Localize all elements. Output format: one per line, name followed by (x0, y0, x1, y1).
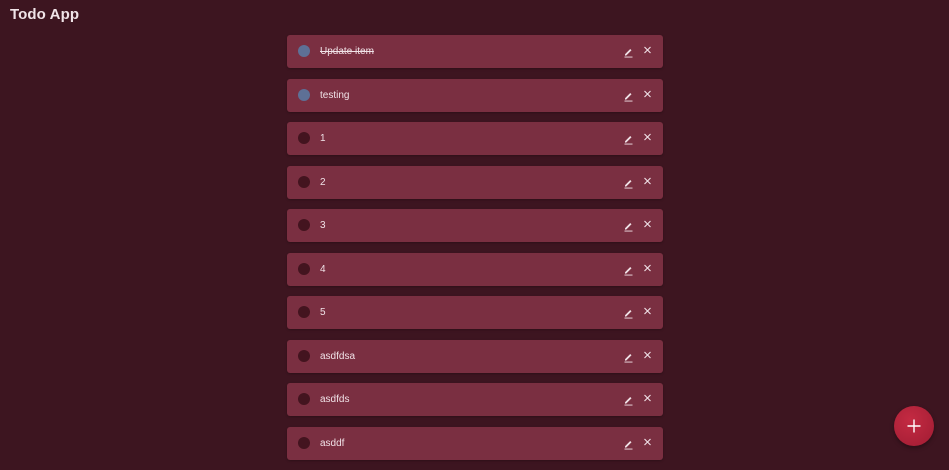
todo-complete-toggle[interactable] (298, 45, 310, 57)
todo-text: 5 (320, 307, 326, 318)
todo-complete-toggle[interactable] (298, 306, 310, 318)
todo-item: asdfds (287, 383, 663, 416)
pencil-icon[interactable] (623, 219, 634, 232)
pencil-icon[interactable] (623, 437, 634, 449)
pencil-icon[interactable] (623, 45, 634, 58)
close-icon[interactable] (642, 392, 653, 404)
todo-complete-toggle[interactable] (298, 262, 310, 275)
todo-text: 4 (320, 263, 326, 275)
close-icon[interactable] (642, 44, 653, 56)
close-icon[interactable] (642, 175, 653, 187)
todo-text: testing (320, 89, 350, 101)
close-icon[interactable] (642, 305, 653, 317)
todo-complete-toggle[interactable] (298, 219, 310, 231)
todo-text: Update item (320, 46, 374, 57)
close-icon[interactable] (642, 88, 653, 100)
todo-item: asddf (287, 426, 663, 460)
todo-text: 3 (320, 220, 326, 231)
add-todo-button[interactable] (894, 406, 934, 446)
todo-text: asddf (320, 437, 345, 449)
pencil-icon[interactable] (623, 132, 634, 145)
close-icon[interactable] (642, 349, 653, 361)
todo-complete-toggle[interactable] (298, 393, 310, 405)
todo-item: 3 (287, 209, 663, 242)
todo-text: 1 (320, 133, 326, 144)
todo-item: 2 (287, 165, 663, 199)
pencil-icon[interactable] (623, 393, 634, 406)
todo-item: 4 (287, 252, 663, 286)
todo-complete-toggle[interactable] (298, 132, 310, 144)
todo-text: asdfdsa (320, 350, 356, 362)
todo-item: testing (287, 78, 663, 112)
app-title: Todo App (10, 6, 80, 23)
todo-item: asdfdsa (287, 339, 663, 373)
todo-text: asdfds (320, 394, 350, 405)
todo-text: 2 (320, 176, 326, 188)
todo-complete-toggle[interactable] (298, 88, 310, 101)
todo-list: Update item testing 1 2 3 4 5 asdfdsa as… (287, 35, 663, 470)
close-icon[interactable] (642, 131, 653, 143)
todo-complete-toggle[interactable] (298, 175, 310, 188)
pencil-icon[interactable] (623, 350, 634, 362)
pencil-icon[interactable] (623, 176, 634, 188)
close-icon[interactable] (642, 262, 653, 274)
todo-item: 1 (287, 122, 663, 155)
pencil-icon[interactable] (623, 306, 634, 319)
close-icon[interactable] (642, 218, 653, 230)
todo-complete-toggle[interactable] (298, 349, 310, 362)
todo-item: 5 (287, 296, 663, 329)
pencil-icon[interactable] (623, 263, 634, 275)
todo-item: Update item (287, 35, 663, 68)
todo-complete-toggle[interactable] (298, 436, 310, 449)
pencil-icon[interactable] (623, 89, 634, 101)
close-icon[interactable] (642, 436, 653, 448)
